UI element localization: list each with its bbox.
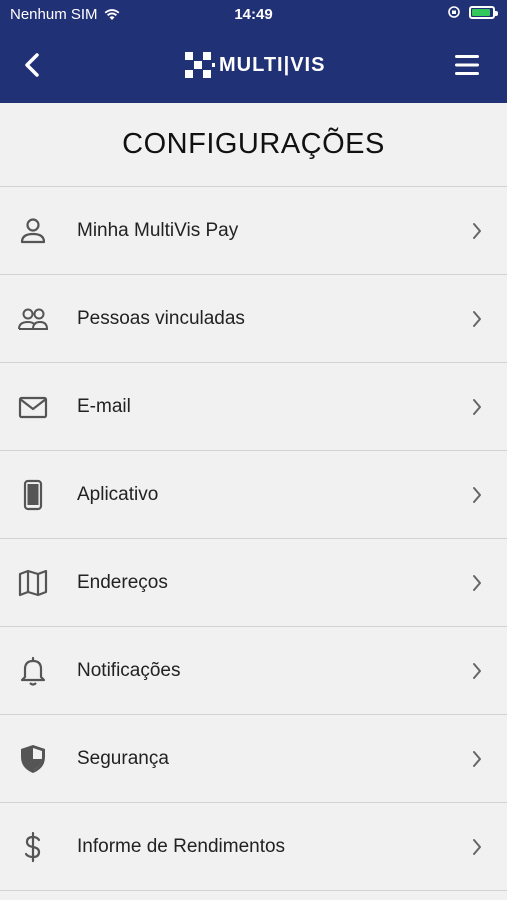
logo-text: MULTI|VIS [219,53,326,76]
envelope-icon [18,396,48,419]
chevron-right-icon [473,663,481,679]
chevron-right-icon [473,399,481,415]
back-button[interactable] [18,48,48,82]
battery-area [447,5,498,19]
orientation-lock-icon [448,6,460,18]
dollar-icon [24,831,41,863]
chevron-right-icon [473,751,481,767]
settings-list: Minha MultiVis Pay Pessoas vinculadas E-… [0,187,507,891]
chevron-right-icon [473,575,481,591]
person-icon [20,218,46,244]
settings-item-enderecos[interactable]: Endereços [0,539,507,627]
settings-item-label: Aplicativo [77,484,159,505]
settings-item-aplicativo[interactable]: Aplicativo [0,451,507,539]
app-header: Nenhum SIM 14:49 MULTI|VIS [0,0,507,103]
settings-item-label: Segurança [77,748,169,769]
settings-item-minha-multivis-pay[interactable]: Minha MultiVis Pay [0,187,507,275]
shield-icon [21,745,45,773]
settings-item-label: Notificações [77,660,181,681]
settings-item-pessoas-vinculadas[interactable]: Pessoas vinculadas [0,275,507,363]
menu-button[interactable] [453,52,481,78]
logo-mark-icon [185,52,215,78]
phone-icon [23,479,43,511]
settings-item-notificacoes[interactable]: Notificações [0,627,507,715]
multivis-logo: MULTI|VIS [185,50,325,80]
battery-icon [469,5,498,19]
map-icon [18,569,48,597]
chevron-right-icon [473,839,481,855]
chevron-right-icon [473,487,481,503]
chevron-left-icon [25,53,39,77]
chevron-right-icon [473,311,481,327]
page-title: CONFIGURAÇÕES [0,103,507,187]
settings-item-label: Pessoas vinculadas [77,308,245,329]
bell-icon [20,656,46,686]
settings-item-email[interactable]: E-mail [0,363,507,451]
settings-item-seguranca[interactable]: Segurança [0,715,507,803]
settings-item-label: Minha MultiVis Pay [77,220,239,241]
settings-item-informe-de-rendimentos[interactable]: Informe de Rendimentos [0,803,507,891]
settings-item-label: Endereços [77,572,168,593]
settings-item-label: E-mail [77,396,131,417]
chevron-right-icon [473,223,481,239]
settings-item-label: Informe de Rendimentos [77,836,286,857]
status-bar: Nenhum SIM 14:49 [0,0,507,30]
hamburger-icon [455,55,479,75]
people-icon [18,308,49,330]
clock: 14:49 [234,6,273,23]
